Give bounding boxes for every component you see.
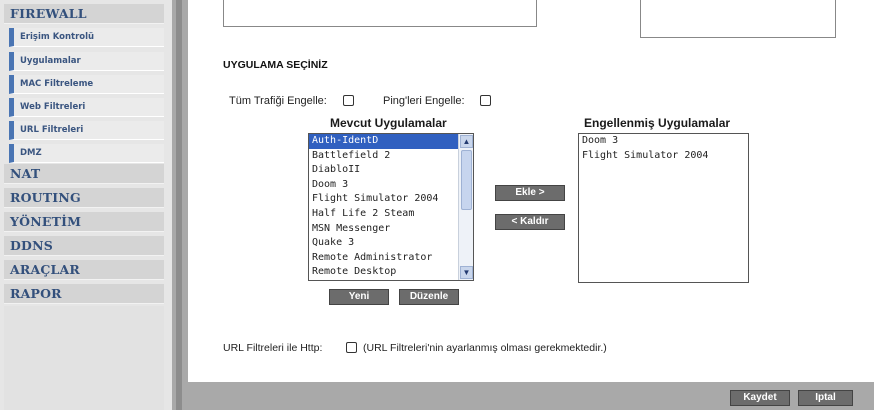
sidebar-item-routing[interactable]: ROUTING	[4, 188, 164, 208]
url-filter-note: (URL Filtreleri'nin ayarlanmış olması ge…	[363, 342, 607, 354]
block-ping-checkbox[interactable]	[480, 95, 491, 106]
blocked-apps-list[interactable]: Doom 3 Flight Simulator 2004	[578, 133, 749, 283]
list-scrollbar[interactable]: ▲ ▼	[458, 134, 473, 280]
sidebar-item-access-control[interactable]: Erişim Kontrolü	[9, 28, 164, 47]
list-item[interactable]: Quake 3	[309, 236, 473, 251]
top-text-field[interactable]	[223, 0, 537, 27]
remove-button[interactable]: < Kaldır	[495, 214, 565, 230]
list-item[interactable]: Battlefield 2	[309, 149, 473, 164]
sidebar-empty-area	[4, 306, 164, 410]
block-all-traffic-checkbox[interactable]	[343, 95, 354, 106]
sidebar: FIREWALL Erişim Kontrolü Uygulamalar MAC…	[0, 0, 172, 410]
list-item[interactable]: Remote Desktop	[309, 265, 473, 280]
edit-button[interactable]: Düzenle	[399, 289, 459, 305]
sidebar-item-dmz[interactable]: DMZ	[9, 144, 164, 163]
sidebar-item-url-filters[interactable]: URL Filtreleri	[9, 121, 164, 140]
available-apps-title: Mevcut Uygulamalar	[330, 116, 447, 130]
sidebar-item-management[interactable]: YÖNETİM	[4, 212, 164, 232]
list-item[interactable]: Doom 3	[579, 134, 748, 149]
url-filter-label: URL Filtreleri ile Http:	[223, 342, 323, 354]
available-apps-list[interactable]: Auth-IdentD Battlefield 2 DiabloII Doom …	[308, 133, 474, 281]
sidebar-item-tools[interactable]: ARAÇLAR	[4, 260, 164, 280]
scroll-up-icon[interactable]: ▲	[460, 135, 473, 148]
blocked-apps-title: Engellenmiş Uygulamalar	[584, 116, 731, 130]
scroll-down-icon[interactable]: ▼	[460, 266, 473, 279]
cancel-button[interactable]: Iptal	[798, 390, 853, 406]
scroll-thumb[interactable]	[461, 150, 472, 210]
sidebar-item-nat[interactable]: NAT	[4, 164, 164, 184]
sidebar-item-report[interactable]: RAPOR	[4, 284, 164, 304]
list-item[interactable]: Flight Simulator 2004	[579, 149, 748, 164]
list-item[interactable]: MSN Messenger	[309, 222, 473, 237]
list-item[interactable]: Half Life 2 Steam	[309, 207, 473, 222]
block-ping-label: Ping'leri Engelle:	[383, 95, 465, 107]
sidebar-item-mac-filter[interactable]: MAC Filtreleme	[9, 75, 164, 94]
save-button[interactable]: Kaydet	[730, 390, 790, 406]
url-filter-checkbox[interactable]	[346, 342, 357, 353]
add-button[interactable]: Ekle >	[495, 185, 565, 201]
sidebar-divider-shadow	[176, 0, 182, 410]
section-title: UYGULAMA SEÇİNİZ	[223, 59, 328, 71]
sidebar-item-firewall[interactable]: FIREWALL	[4, 4, 164, 24]
list-item[interactable]: Remote Administrator	[309, 251, 473, 266]
sidebar-item-applications[interactable]: Uygulamalar	[9, 52, 164, 71]
sidebar-item-ddns[interactable]: DDNS	[4, 236, 164, 256]
list-item[interactable]: Doom 3	[309, 178, 473, 193]
new-button[interactable]: Yeni	[329, 289, 389, 305]
list-item[interactable]: Flight Simulator 2004	[309, 192, 473, 207]
top-right-field[interactable]	[640, 0, 836, 38]
list-item[interactable]: DiabloII	[309, 163, 473, 178]
sidebar-item-web-filters[interactable]: Web Filtreleri	[9, 98, 164, 117]
block-all-traffic-label: Tüm Trafiği Engelle:	[229, 95, 327, 107]
list-item[interactable]: Auth-IdentD	[309, 134, 473, 149]
